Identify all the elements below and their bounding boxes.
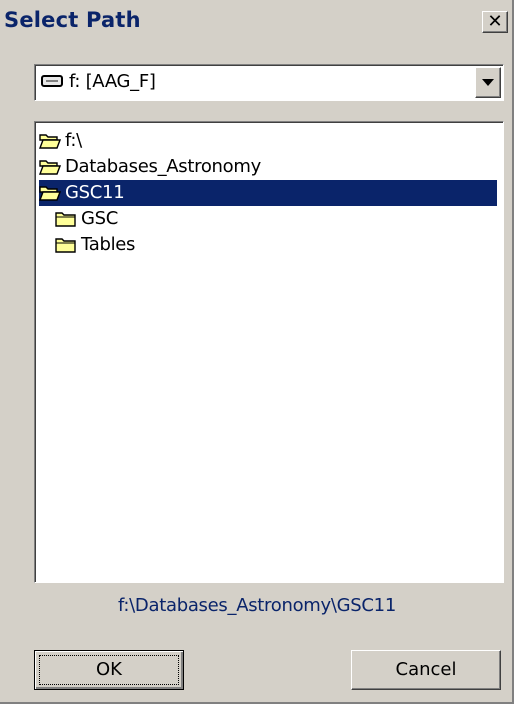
current-path-label: f:\Databases_Astronomy\GSC11 xyxy=(118,595,396,616)
ok-button[interactable]: OK xyxy=(34,650,184,690)
open-folder-icon xyxy=(39,134,61,149)
drive-select[interactable]: f: [AAG_F] xyxy=(34,64,504,101)
drive-select-value: f: [AAG_F] xyxy=(69,71,156,92)
open-folder-icon xyxy=(39,160,61,175)
tree-node-label: Databases_Astronomy xyxy=(65,156,261,177)
folder-tree[interactable]: f:\ Databases_Astronomy GSC11 GSC Tables xyxy=(34,121,504,583)
tree-node-label: GSC xyxy=(81,208,119,229)
tree-node-label: Tables xyxy=(81,234,136,255)
folder-icon xyxy=(55,238,76,253)
tree-node-label: f:\ xyxy=(65,130,82,151)
dropdown-arrow-button[interactable] xyxy=(475,67,501,98)
tree-node-label: GSC11 xyxy=(65,182,125,203)
drive-icon xyxy=(41,75,63,87)
tree-node-gsc11[interactable]: GSC11 xyxy=(39,180,497,206)
close-icon: ✕ xyxy=(487,11,503,32)
folder-icon xyxy=(55,212,76,227)
close-button[interactable]: ✕ xyxy=(482,11,508,33)
cancel-button[interactable]: Cancel xyxy=(351,650,501,690)
cancel-button-label: Cancel xyxy=(395,659,457,680)
open-folder-icon xyxy=(39,186,61,201)
title-bar: Select Path ✕ xyxy=(0,0,512,42)
dialog-title: Select Path xyxy=(4,8,141,32)
focus-rectangle xyxy=(39,655,179,685)
select-path-dialog: Select Path ✕ f: [AAG_F] f:\ Databases_A… xyxy=(0,0,514,704)
